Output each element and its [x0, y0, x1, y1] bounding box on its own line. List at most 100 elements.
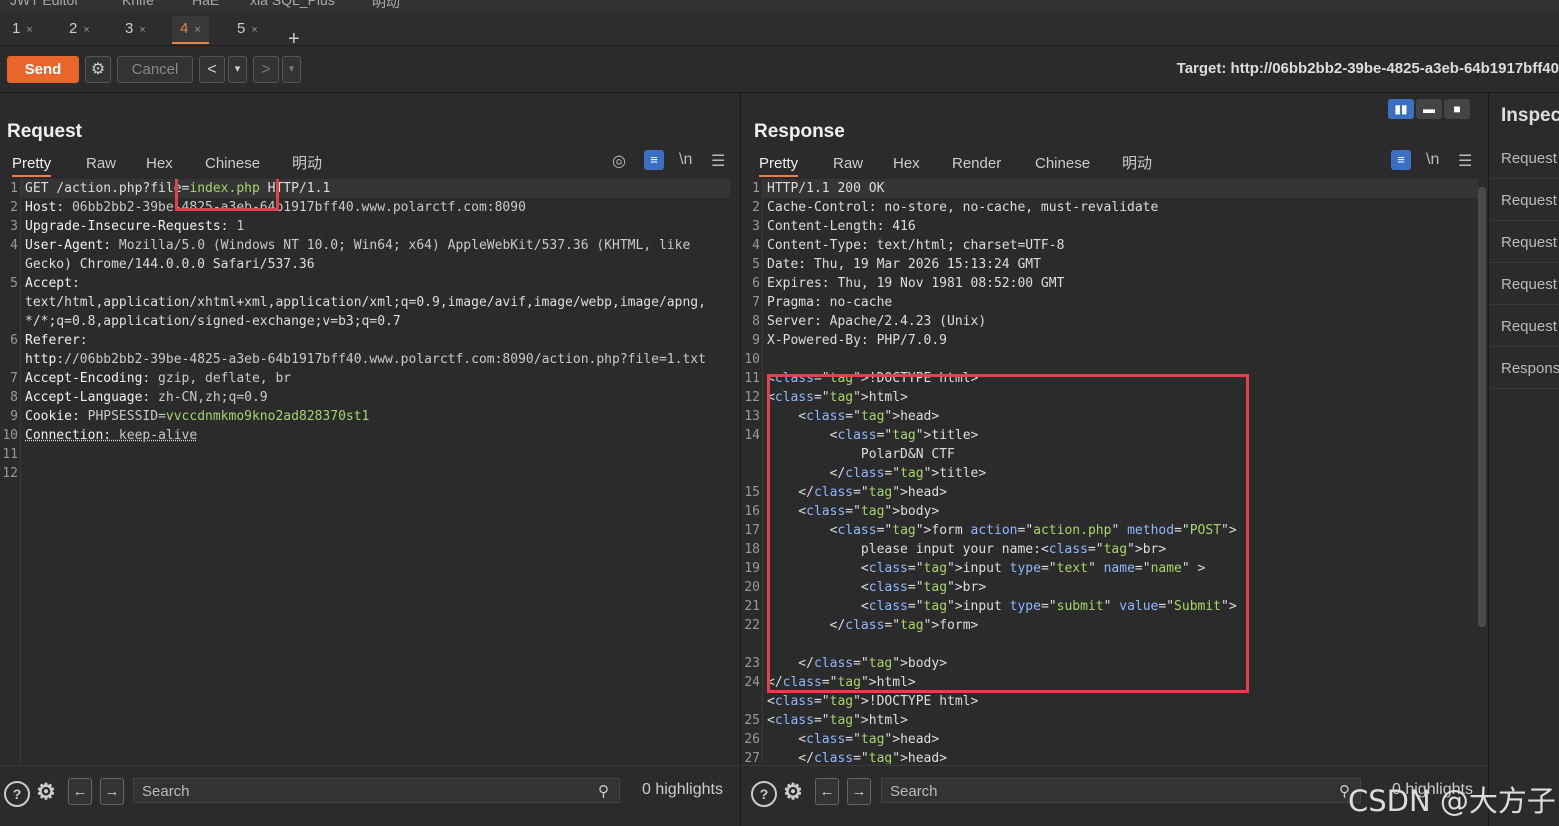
- response-editor[interactable]: 1 2 3 4 5 6 7 8 9 10 11 12 13 14 15 16 17 18 19 20 21 22 23 24 2…: [742, 179, 1488, 764]
- target-url[interactable]: Target: http://06bb2bb2-39be-4825-a3eb-6…: [1177, 60, 1559, 77]
- extension-tab-strip: JWT Editor Knife HaE xia SQL_Plus 明动: [0, 0, 1559, 12]
- newline-toggle[interactable]: \n: [679, 151, 692, 169]
- inspector-request-query-params[interactable]: Request query parameters: [1490, 180, 1559, 221]
- code-line[interactable]: Accept-Encoding: gzip, deflate, br: [25, 369, 291, 388]
- request-tab-mingdong[interactable]: 明动: [292, 153, 322, 175]
- response-scrollbar[interactable]: [1478, 187, 1486, 627]
- prev-match-arrow-icon[interactable]: ←: [68, 778, 92, 805]
- code-line[interactable]: Connection: keep-alive: [25, 426, 197, 445]
- repeater-tab-4[interactable]: 4 ×: [172, 16, 209, 44]
- code-line[interactable]: Gecko) Chrome/144.0.0.0 Safari/537.36: [25, 255, 315, 274]
- ext-tab-hae[interactable]: HaE: [192, 0, 219, 8]
- code-line[interactable]: Accept:: [25, 274, 80, 293]
- close-icon[interactable]: ×: [139, 24, 145, 36]
- code-line[interactable]: HTTP/1.1 200 OK: [767, 179, 884, 198]
- repeater-tab-1[interactable]: 1 ×: [4, 16, 41, 42]
- inspector-request-attributes[interactable]: Request attributes: [1490, 138, 1559, 179]
- back-button[interactable]: <: [199, 56, 225, 83]
- line-number: 12: [744, 390, 760, 405]
- request-tab-hex[interactable]: Hex: [146, 153, 173, 175]
- line-number: 6: [10, 333, 18, 348]
- code-line[interactable]: Pragma: no-cache: [767, 293, 892, 312]
- request-tab-pretty[interactable]: Pretty: [12, 153, 52, 177]
- inspector-request-body-params[interactable]: Request body parameters: [1490, 222, 1559, 263]
- line-number: 7: [752, 295, 760, 310]
- wrap-lines-icon[interactable]: ≡: [1391, 150, 1411, 170]
- code-line[interactable]: http://06bb2bb2-39be-4825-a3eb-64b1917bf…: [25, 350, 706, 369]
- code-line[interactable]: text/html,application/xhtml+xml,applicat…: [25, 293, 706, 312]
- ext-tab-jwt[interactable]: JWT Editor: [10, 0, 79, 8]
- next-match-arrow-icon[interactable]: →: [847, 778, 871, 805]
- hide-nonprintable-icon[interactable]: ◎: [612, 151, 626, 171]
- send-button[interactable]: Send: [7, 56, 79, 83]
- response-search-input[interactable]: Search ⚲: [881, 778, 1361, 803]
- line-number: 26: [744, 732, 760, 747]
- code-line[interactable]: <class="tag">!DOCTYPE html>: [767, 692, 978, 711]
- code-line[interactable]: Date: Thu, 19 Mar 2026 15:13:24 GMT: [767, 255, 1041, 274]
- ext-tab-mingdong[interactable]: 明动: [372, 0, 400, 12]
- search-settings-gear-icon[interactable]: ⚙: [35, 781, 57, 803]
- menu-icon[interactable]: ☰: [1458, 151, 1472, 171]
- request-editor[interactable]: 1 2 3 4 5 6 7 8 9 10 11 12 GET /action.php?file=ind…: [0, 179, 740, 764]
- request-title: Request: [7, 121, 82, 142]
- back-dropdown-icon[interactable]: ▾: [228, 56, 247, 83]
- code-line[interactable]: Upgrade-Insecure-Requests: 1: [25, 217, 244, 236]
- line-number: 27: [744, 751, 760, 764]
- code-line[interactable]: <class="tag">head>: [767, 730, 939, 749]
- code-line[interactable]: Cookie: PHPSESSID=vvccdnmkmo9kno2ad82837…: [25, 407, 369, 426]
- code-line[interactable]: User-Agent: Mozilla/5.0 (Windows NT 10.0…: [25, 236, 690, 255]
- forward-dropdown-icon[interactable]: ▾: [282, 56, 301, 83]
- next-match-arrow-icon[interactable]: →: [100, 778, 124, 805]
- cancel-button[interactable]: Cancel: [117, 56, 193, 83]
- response-tab-mingdong[interactable]: 明动: [1122, 153, 1152, 175]
- code-line[interactable]: </class="tag">head>: [767, 749, 947, 764]
- repeater-tab-3[interactable]: 3 ×: [117, 16, 154, 42]
- code-line[interactable]: Accept-Language: zh-CN,zh;q=0.9: [25, 388, 268, 407]
- code-line[interactable]: <class="tag">html>: [767, 711, 908, 730]
- request-tab-chinese[interactable]: Chinese: [205, 153, 260, 175]
- code-line[interactable]: Cache-Control: no-store, no-cache, must-…: [767, 198, 1158, 217]
- ext-tab-knife[interactable]: Knife: [122, 0, 154, 8]
- code-line[interactable]: Content-Length: 416: [767, 217, 916, 236]
- forward-button[interactable]: >: [253, 56, 279, 83]
- line-number: 23: [744, 656, 760, 671]
- inspector-request-cookies[interactable]: Request cookies: [1490, 264, 1559, 305]
- settings-gear-icon[interactable]: ⚙: [85, 56, 111, 83]
- line-number: 25: [744, 713, 760, 728]
- code-line[interactable]: Server: Apache/2.4.23 (Unix): [767, 312, 986, 331]
- ext-tab-xiasql[interactable]: xia SQL_Plus: [250, 0, 335, 8]
- wrap-lines-icon[interactable]: ≡: [644, 150, 664, 170]
- response-tab-hex[interactable]: Hex: [893, 153, 920, 175]
- line-number: 8: [10, 390, 18, 405]
- response-tab-render[interactable]: Render: [952, 153, 1001, 175]
- layout-tabs-icon[interactable]: ■: [1444, 99, 1470, 119]
- request-tab-raw[interactable]: Raw: [86, 153, 116, 175]
- response-tab-pretty[interactable]: Pretty: [759, 153, 799, 177]
- layout-stacked-icon[interactable]: ▬: [1416, 99, 1442, 119]
- line-number: 2: [752, 200, 760, 215]
- layout-side-by-side-icon[interactable]: ▮▮: [1388, 99, 1414, 119]
- csdn-watermark: CSDN @大方子: [1348, 784, 1556, 818]
- close-icon[interactable]: ×: [26, 24, 32, 36]
- help-icon[interactable]: ?: [751, 781, 777, 807]
- code-line[interactable]: X-Powered-By: PHP/7.0.9: [767, 331, 947, 350]
- repeater-tab-2[interactable]: 2 ×: [61, 16, 98, 42]
- code-line[interactable]: Expires: Thu, 19 Nov 1981 08:52:00 GMT: [767, 274, 1064, 293]
- code-line[interactable]: Referer:: [25, 331, 88, 350]
- inspector-request-headers[interactable]: Request headers: [1490, 306, 1559, 347]
- close-icon[interactable]: ×: [83, 24, 89, 36]
- request-search-input[interactable]: Search ⚲: [133, 778, 620, 803]
- close-icon[interactable]: ×: [194, 24, 200, 36]
- code-line[interactable]: Content-Type: text/html; charset=UTF-8: [767, 236, 1064, 255]
- menu-icon[interactable]: ☰: [711, 151, 725, 171]
- inspector-response-headers[interactable]: Response headers: [1490, 348, 1559, 389]
- response-tab-chinese[interactable]: Chinese: [1035, 153, 1090, 175]
- newline-toggle[interactable]: \n: [1426, 151, 1439, 169]
- repeater-tab-5[interactable]: 5 ×: [229, 16, 266, 42]
- close-icon[interactable]: ×: [251, 24, 257, 36]
- response-tab-raw[interactable]: Raw: [833, 153, 863, 175]
- help-icon[interactable]: ?: [4, 781, 30, 807]
- prev-match-arrow-icon[interactable]: ←: [815, 778, 839, 805]
- search-settings-gear-icon[interactable]: ⚙: [782, 781, 804, 803]
- code-line[interactable]: */*;q=0.8,application/signed-exchange;v=…: [25, 312, 401, 331]
